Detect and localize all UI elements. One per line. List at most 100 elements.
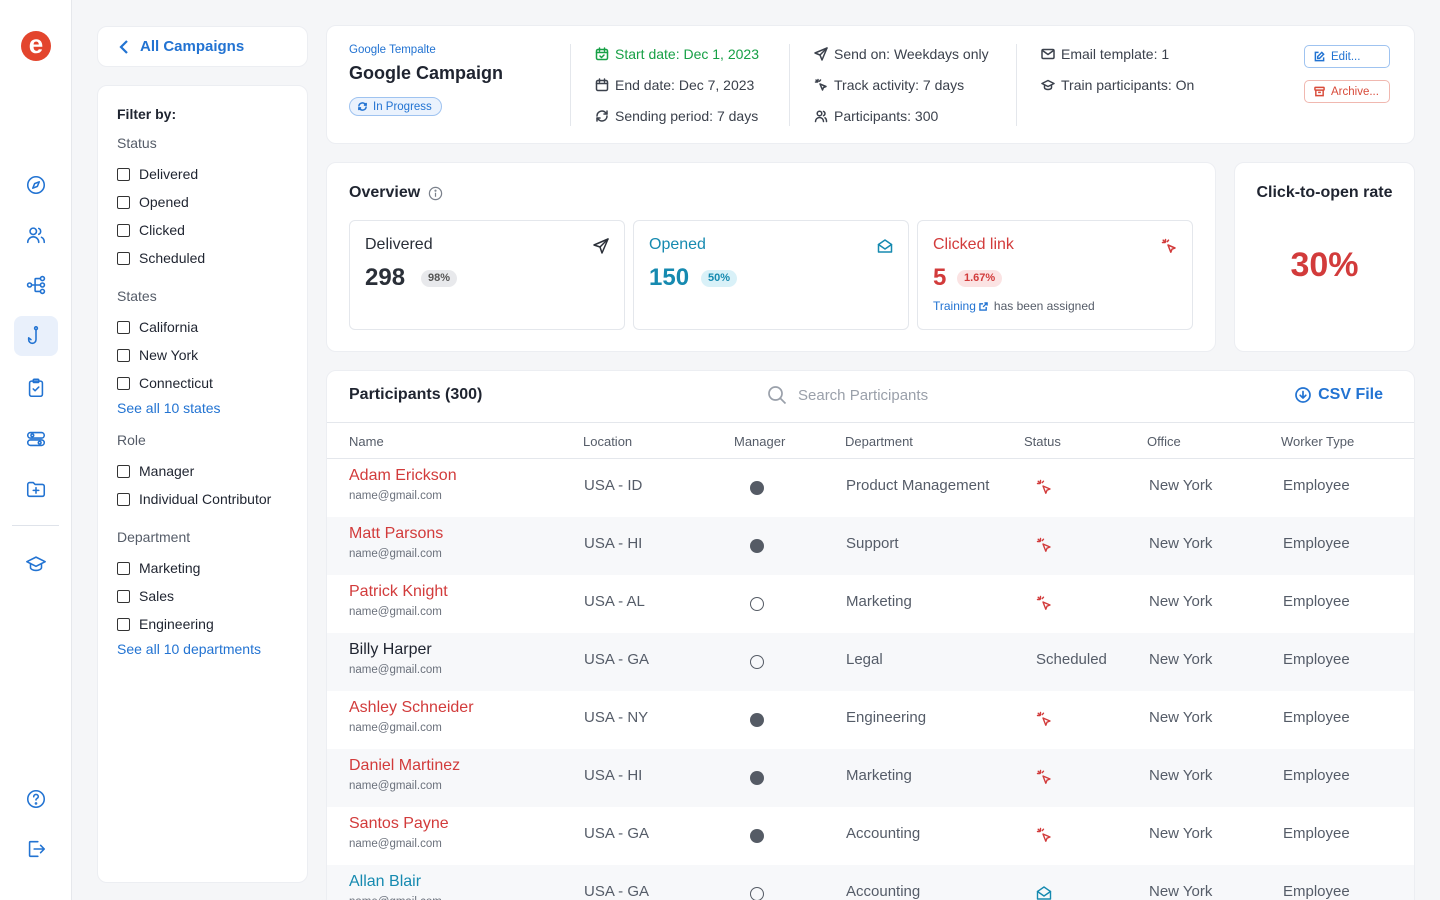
csv-download-button[interactable]: CSV File [1295, 386, 1383, 404]
brand-logo[interactable]: e [21, 31, 51, 61]
external-link-icon [979, 301, 988, 311]
checkbox[interactable] [117, 492, 130, 506]
checkbox[interactable] [117, 589, 130, 603]
participant-name[interactable]: Matt Parsons [349, 525, 443, 543]
office-cell: New York [1149, 477, 1213, 494]
cursor-click-icon [1036, 711, 1051, 726]
manager-indicator [750, 887, 764, 900]
see-all-states-link[interactable]: See all 10 states [117, 400, 307, 416]
checkbox[interactable] [117, 251, 130, 265]
participant-name[interactable]: Santos Payne [349, 815, 449, 833]
filter-option-marketing[interactable]: Marketing [117, 554, 307, 582]
table-row[interactable]: Allan Blair name@gmail.com USA - GA Account… [327, 865, 1414, 900]
table-row[interactable]: Billy Harper name@gmail.com USA - GA Legal S… [327, 633, 1414, 691]
nav-users[interactable] [14, 215, 58, 255]
checkbox[interactable] [117, 464, 130, 478]
nav-dashboard[interactable] [14, 165, 58, 205]
opened-stat-card[interactable]: Opened 150 50% [633, 220, 909, 330]
checkbox[interactable] [117, 617, 130, 631]
column-header-location[interactable]: Location [583, 434, 632, 449]
office-cell: New York [1149, 883, 1213, 900]
nav-files[interactable] [14, 469, 58, 509]
graduation-cap-icon [1041, 79, 1055, 91]
filter-option-sales[interactable]: Sales [117, 582, 307, 610]
nav-settings[interactable] [14, 419, 58, 459]
column-header-name[interactable]: Name [349, 434, 384, 449]
archive-button[interactable]: Archive... [1304, 80, 1390, 103]
graduation-cap-icon [26, 556, 46, 572]
filter-option-connecticut[interactable]: Connecticut [117, 369, 307, 397]
filter-option-individual-contributor[interactable]: Individual Contributor [117, 485, 307, 513]
track-activity: Track activity: 7 days [814, 77, 964, 93]
filter-option-california[interactable]: California [117, 313, 307, 341]
campaign-header: Google Tempalte Google Campaign In Progr… [326, 25, 1415, 144]
checkbox[interactable] [117, 195, 130, 209]
participant-name[interactable]: Adam Erickson [349, 467, 457, 485]
participant-name[interactable]: Daniel Martinez [349, 757, 460, 775]
checkbox[interactable] [117, 167, 130, 181]
department-cell: Support [846, 535, 899, 552]
location-cell: USA - NY [584, 709, 649, 726]
filter-option-scheduled[interactable]: Scheduled [117, 244, 307, 272]
column-header-status[interactable]: Status [1024, 434, 1061, 449]
checkbox[interactable] [117, 223, 130, 237]
participant-name[interactable]: Billy Harper [349, 641, 432, 659]
filter-option-clicked[interactable]: Clicked [117, 216, 307, 244]
checkbox[interactable] [117, 376, 130, 390]
table-row[interactable]: Daniel Martinez name@gmail.com USA - HI Mar… [327, 749, 1414, 807]
participant-name[interactable]: Patrick Knight [349, 583, 448, 601]
filter-option-new-york[interactable]: New York [117, 341, 307, 369]
info-icon[interactable] [428, 186, 443, 201]
nav-help[interactable] [14, 779, 58, 819]
participant-name[interactable]: Allan Blair [349, 873, 421, 891]
back-to-campaigns-button[interactable]: All Campaigns [97, 26, 308, 67]
table-row[interactable]: Ashley Schneider name@gmail.com USA - NY En… [327, 691, 1414, 749]
filter-group-states: States California New York Connecticut S… [117, 288, 307, 416]
table-row[interactable]: Patrick Knight name@gmail.com USA - AL Mark… [327, 575, 1414, 633]
see-all-departments-link[interactable]: See all 10 departments [117, 641, 307, 657]
column-header-department[interactable]: Department [845, 434, 913, 449]
status-text: Scheduled [1036, 651, 1107, 668]
filter-option-manager[interactable]: Manager [117, 457, 307, 485]
filter-option-opened[interactable]: Opened [117, 188, 307, 216]
filter-option-delivered[interactable]: Delivered [117, 160, 307, 188]
checkbox[interactable] [117, 561, 130, 575]
department-cell: Marketing [846, 767, 912, 784]
help-icon [26, 789, 46, 809]
nav-logout[interactable] [14, 829, 58, 869]
nav-assessments[interactable] [14, 368, 58, 408]
chevron-left-icon [119, 39, 128, 54]
calendar-icon [595, 47, 609, 61]
worker-type-cell: Employee [1283, 825, 1350, 842]
edit-icon [1314, 51, 1325, 62]
table-row[interactable]: Santos Payne name@gmail.com USA - GA Accoun… [327, 807, 1414, 865]
table-row[interactable]: Matt Parsons name@gmail.com USA - HI Suppor… [327, 517, 1414, 575]
divider [570, 44, 571, 126]
manager-indicator [750, 481, 764, 495]
filter-option-engineering[interactable]: Engineering [117, 610, 307, 638]
mail-open-icon [1036, 886, 1052, 900]
participant-name[interactable]: Ashley Schneider [349, 699, 474, 717]
location-cell: USA - HI [584, 535, 643, 552]
table-header: Name Location Manager Department Status … [327, 422, 1414, 459]
participant-email: name@gmail.com [349, 606, 442, 618]
filter-title: Filter by: [117, 106, 177, 122]
column-header-office[interactable]: Office [1147, 434, 1181, 449]
training-link[interactable]: Training [933, 299, 988, 313]
checkbox[interactable] [117, 348, 130, 362]
column-header-worker-type[interactable]: Worker Type [1281, 434, 1354, 449]
participants-count: Participants: 300 [814, 108, 938, 124]
column-header-manager[interactable]: Manager [734, 434, 785, 449]
department-cell: Accounting [846, 825, 921, 842]
table-row[interactable]: Adam Erickson name@gmail.com USA - ID Produ… [327, 459, 1414, 517]
clicked-link-stat-card[interactable]: Clicked link 5 1.67% Training has been a… [917, 220, 1193, 330]
checkbox[interactable] [117, 320, 130, 334]
campaign-template-name[interactable]: Google Tempalte [349, 44, 436, 56]
delivered-stat-card[interactable]: Delivered 298 98% [349, 220, 625, 330]
nav-campaigns[interactable] [14, 316, 58, 356]
edit-button[interactable]: Edit... [1304, 45, 1390, 68]
search-input[interactable] [798, 386, 1018, 404]
nav-training[interactable] [14, 544, 58, 584]
nav-workflows[interactable] [14, 265, 58, 305]
users-icon [26, 227, 46, 244]
